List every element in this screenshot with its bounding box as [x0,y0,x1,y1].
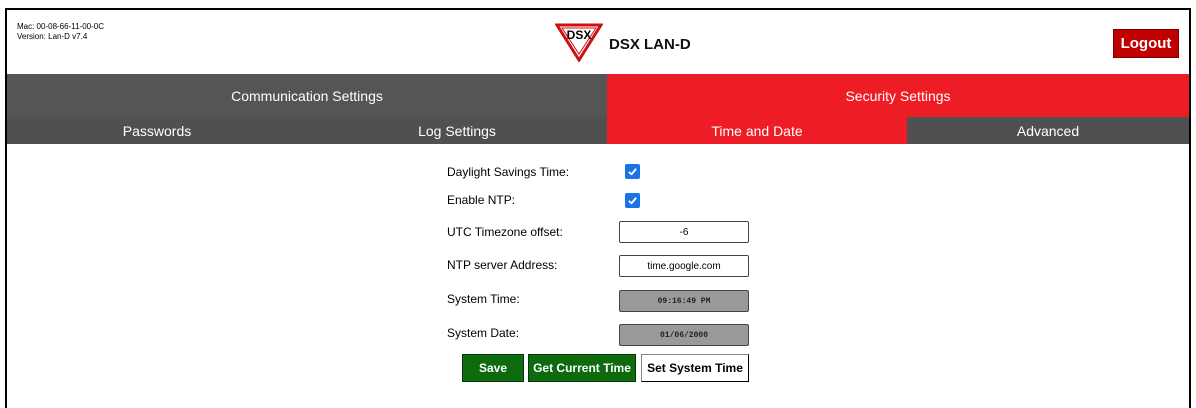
tab-communication-settings[interactable]: Communication Settings [7,74,607,117]
tab-log-settings[interactable]: Log Settings [307,117,607,144]
sub-tabs: Passwords Log Settings Time and Date Adv… [7,117,1189,144]
main-tabs: Communication Settings Security Settings [7,74,1189,117]
ntp-checkbox[interactable] [625,193,640,208]
tab-time-and-date[interactable]: Time and Date [607,117,907,144]
utc-offset-input[interactable]: -6 [619,221,749,243]
tab-advanced[interactable]: Advanced [907,117,1189,144]
checkmark-icon [628,168,637,176]
ntp-server-input[interactable]: time.google.com [619,255,749,277]
header: Mac: 00-08-66-11-00-0C Version: Lan-D v7… [7,10,1189,74]
tab-security-settings[interactable]: Security Settings [607,74,1189,117]
logo-text: DSX [567,28,592,42]
mac-address: Mac: 00-08-66-11-00-0C [17,22,105,31]
system-time-field: 09:16:49 PM [619,290,749,312]
app-frame: Mac: 00-08-66-11-00-0C Version: Lan-D v7… [5,8,1191,408]
app-title: DSX LAN-D [609,35,691,53]
dst-checkbox[interactable] [625,164,640,179]
brand: DSX DSX LAN-D [555,22,691,62]
tab-passwords[interactable]: Passwords [7,117,307,144]
dsx-logo: DSX [555,23,603,62]
ntp-label: Enable NTP: [447,193,516,207]
date-label: System Date: [447,326,520,340]
device-info: Mac: 00-08-66-11-00-0C Version: Lan-D v7… [17,22,104,42]
firmware-version: Version: Lan-D v7.4 [17,32,88,41]
set-system-time-button[interactable]: Set System Time [641,354,749,382]
dst-label: Daylight Savings Time: [447,165,570,179]
logout-button[interactable]: Logout [1113,29,1179,58]
checkmark-icon [628,197,637,205]
system-date-field: 01/06/2000 [619,324,749,346]
get-current-time-button[interactable]: Get Current Time [528,354,636,382]
server-label: NTP server Address: [447,258,558,272]
time-label: System Time: [447,292,520,306]
utc-label: UTC Timezone offset: [447,225,563,239]
save-button[interactable]: Save [462,354,524,382]
